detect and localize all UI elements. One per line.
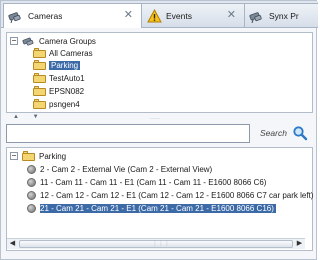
camera-list-root[interactable]: − Parking (10, 150, 66, 162)
splitter-arrows[interactable]: ▲ ▼ (13, 114, 45, 120)
tab-synx[interactable]: Synx Pr (244, 3, 318, 27)
tree-item-label: psngen4 (49, 99, 80, 109)
folder-icon (33, 99, 46, 109)
camera-group-icon (249, 8, 265, 24)
folder-icon (22, 151, 35, 161)
tab-events[interactable]: Events ✕ (141, 3, 245, 27)
tab-label: Synx Pr (269, 10, 299, 21)
tab-cameras[interactable]: Cameras ✕ (3, 3, 142, 28)
tree-item-parking[interactable]: Parking (33, 59, 81, 71)
tree-item-epsn082[interactable]: EPSN082 (33, 85, 84, 97)
folder-icon (33, 60, 46, 70)
collapse-toggle[interactable]: − (10, 37, 18, 45)
collapse-toggle[interactable]: − (10, 152, 18, 160)
camera-status-icon (27, 164, 36, 174)
tree-label: Camera Groups (39, 36, 96, 46)
splitter-grip[interactable]: ····· (150, 116, 160, 122)
camera-item-label: 12 - Cam 12 - Cam 12 - E1 (Cam 12 - Cam … (40, 190, 314, 200)
camera-item-label: 2 - Cam 2 - External Vie (Cam 2 - Extern… (40, 164, 213, 174)
camera-status-icon (27, 177, 36, 187)
folder-icon (33, 48, 46, 58)
camera-group-icon (22, 35, 36, 47)
camera-item[interactable]: 12 - Cam 12 - Cam 12 - E1 (Cam 12 - Cam … (27, 189, 313, 201)
folder-icon (33, 73, 46, 83)
camera-status-icon (27, 203, 36, 213)
panel-splitter[interactable]: ▲ ▼ ····· (3, 114, 316, 122)
scrollbar-grip: ⋮⋮⋮ (152, 241, 170, 247)
camera-groups-tree[interactable]: − Camera Groups All Cameras Parking Test… (6, 32, 313, 113)
camera-item-label: 21 - Cam 21 - Cam 21 - E1 (Cam 21 - Cam … (40, 203, 276, 213)
search-label: Search (260, 128, 287, 138)
tree-item-testauto1[interactable]: TestAuto1 (33, 72, 85, 84)
camera-status-icon (27, 190, 36, 200)
search-input[interactable] (6, 124, 250, 143)
tree-item-label: Parking (49, 60, 81, 70)
tree-item-psngen4[interactable]: psngen4 (33, 98, 80, 110)
camera-item-selected[interactable]: 21 - Cam 21 - Cam 21 - E1 (Cam 21 - Cam … (27, 202, 276, 214)
scroll-left-arrow-icon[interactable]: ◀ (7, 239, 18, 249)
tree-item-label: TestAuto1 (49, 73, 85, 83)
camera-groups-root[interactable]: − Camera Groups (10, 35, 96, 47)
close-icon[interactable]: ✕ (227, 10, 236, 21)
search-icon[interactable] (292, 125, 308, 141)
horizontal-scrollbar[interactable]: ◀ ⋮⋮⋮ ▶ (7, 238, 305, 249)
tab-label: Events (166, 10, 192, 21)
warning-icon (146, 8, 162, 24)
close-icon[interactable]: ✕ (124, 10, 133, 21)
tab-strip: Cameras ✕ Events ✕ Synx Pr (1, 1, 318, 28)
camera-item-label: 11 - Cam 11 - Cam 11 - E1 (Cam 11 - Cam … (40, 177, 267, 187)
scroll-right-arrow-icon[interactable]: ▶ (294, 239, 305, 249)
camera-item[interactable]: 2 - Cam 2 - External Vie (Cam 2 - Extern… (27, 163, 212, 175)
tab-label: Cameras (28, 11, 63, 21)
camera-group-icon (8, 8, 24, 24)
camera-item[interactable]: 11 - Cam 11 - Cam 11 - E1 (Cam 11 - Cam … (27, 176, 266, 188)
tree-item-label: EPSN082 (49, 86, 85, 96)
camera-list-tree[interactable]: − Parking 2 - Cam 2 - External Vie (Cam … (6, 147, 313, 251)
tree-item-all-cameras[interactable]: All Cameras (33, 47, 93, 59)
scrollbar-thumb[interactable]: ⋮⋮⋮ (19, 240, 293, 248)
folder-icon (33, 86, 46, 96)
tree-label: Parking (39, 151, 67, 161)
tree-item-label: All Cameras (49, 48, 93, 58)
camera-panel: Cameras ✕ Events ✕ Synx Pr − Camera Grou… (0, 0, 318, 260)
